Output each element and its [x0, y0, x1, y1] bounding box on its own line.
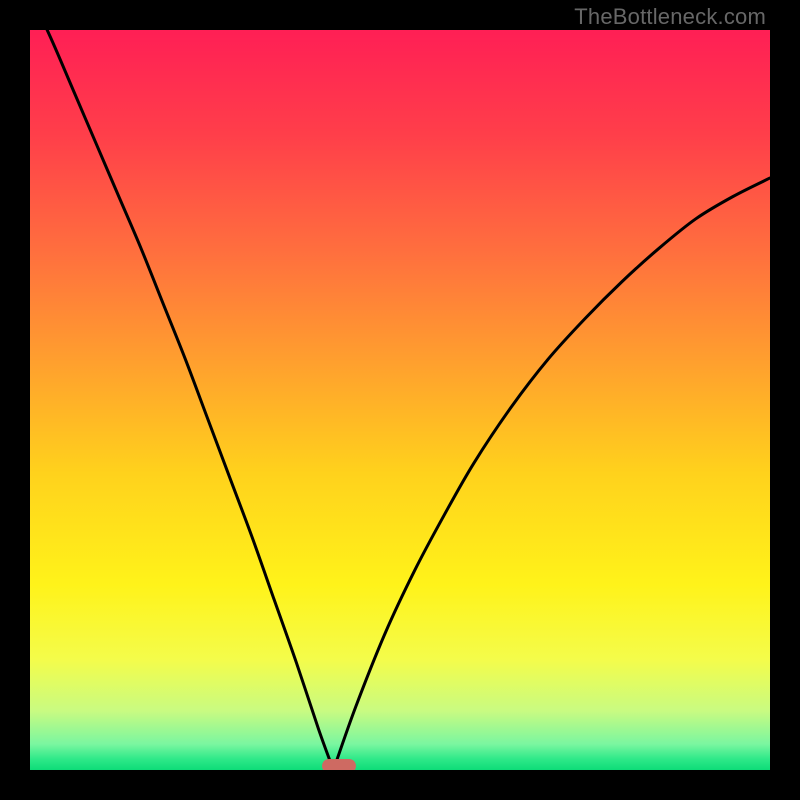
- left-branch-curve: [30, 30, 333, 770]
- watermark-text: TheBottleneck.com: [574, 4, 766, 30]
- right-branch-curve: [333, 178, 770, 770]
- bottleneck-marker: [322, 759, 355, 770]
- chart-curves: [30, 30, 770, 770]
- chart-frame: [30, 30, 770, 770]
